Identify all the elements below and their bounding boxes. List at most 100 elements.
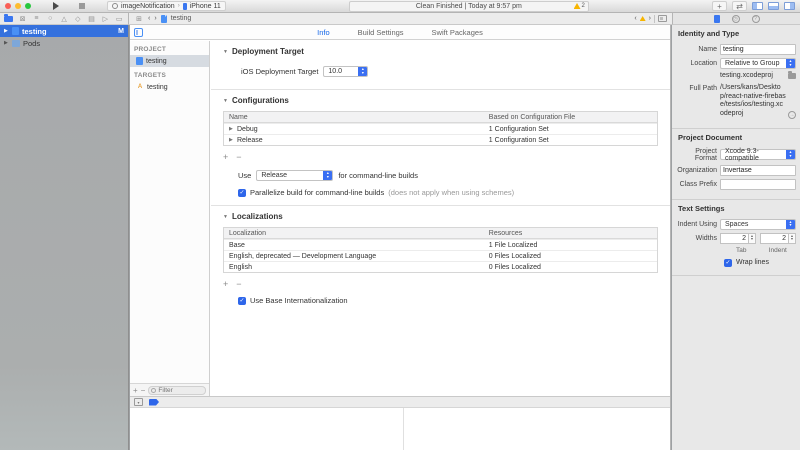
- file-inspector-icon[interactable]: [714, 15, 720, 23]
- minimize-window-button[interactable]: [15, 3, 21, 9]
- quick-help-inspector-icon[interactable]: ?: [752, 15, 760, 23]
- name-field[interactable]: testing: [720, 44, 796, 55]
- add-configuration-button[interactable]: +: [223, 152, 228, 162]
- command-line-config-popup[interactable]: Release ▲▼: [256, 170, 333, 181]
- navigator-item-testing[interactable]: ▶ testing M: [0, 25, 128, 37]
- project-format-popup[interactable]: Xcode 9.3-compatible ▲▼: [720, 149, 796, 160]
- navigator-item-pods[interactable]: ▶ Pods: [0, 37, 128, 49]
- disclosure-down-icon[interactable]: ▼: [223, 214, 228, 220]
- disclosure-down-icon[interactable]: ▼: [223, 98, 228, 104]
- tab-info[interactable]: Info: [317, 28, 330, 37]
- add-localization-button[interactable]: +: [223, 279, 228, 289]
- table-row[interactable]: ▶Release 1 Configuration Set: [224, 134, 657, 145]
- library-add-button[interactable]: +: [712, 1, 727, 11]
- related-items-icon[interactable]: ⊞: [134, 14, 144, 23]
- debug-area-divider[interactable]: [403, 408, 404, 450]
- parallelize-label: Parallelize build for command-line build…: [250, 188, 384, 197]
- table-header-row: Localization Resources: [224, 228, 657, 239]
- localizations-table: Localization Resources Base 1 File Local…: [223, 227, 658, 273]
- toggle-inspector-button[interactable]: [784, 2, 795, 10]
- class-prefix-field[interactable]: [720, 179, 796, 190]
- location-popup[interactable]: Relative to Group ▲▼: [720, 58, 796, 69]
- forward-button[interactable]: ›: [154, 15, 156, 22]
- scheme-device-label: iPhone 11: [190, 3, 221, 10]
- table-row[interactable]: ▶Debug 1 Configuration Set: [224, 123, 657, 134]
- extension-target-icon: [112, 3, 118, 9]
- tab-swift-packages[interactable]: Swift Packages: [432, 28, 483, 37]
- add-editor-button[interactable]: [658, 15, 667, 22]
- table-row[interactable]: Base 1 File Localized: [224, 239, 657, 250]
- history-inspector-icon[interactable]: ◷: [732, 15, 740, 23]
- tab-width-stepper[interactable]: 2 ▲▼: [720, 233, 756, 244]
- tab-build-settings[interactable]: Build Settings: [358, 28, 404, 37]
- warning-count-badge[interactable]: 2: [574, 2, 585, 11]
- test-navigator-icon[interactable]: ◇: [73, 14, 83, 23]
- secondary-bar: ⊠ ≡ ○ △ ◇ ▤ ▷ ▭ ⊞ ‹ › testing ‹ › ◷: [0, 13, 800, 25]
- project-navigator-icon[interactable]: [4, 14, 14, 23]
- breakpoint-navigator-icon[interactable]: ▷: [100, 14, 110, 23]
- remove-target-button[interactable]: −: [141, 386, 146, 395]
- location-label: Location: [676, 60, 720, 67]
- report-navigator-icon[interactable]: ▭: [114, 14, 124, 23]
- organization-field[interactable]: Invertase: [720, 165, 796, 176]
- back-button[interactable]: ‹: [148, 15, 150, 22]
- project-icon: [136, 57, 143, 65]
- find-navigator-icon[interactable]: ○: [45, 14, 55, 23]
- navigator-item-label: Pods: [23, 39, 40, 48]
- project-item-testing[interactable]: testing: [130, 55, 209, 67]
- reveal-in-finder-icon[interactable]: →: [788, 111, 796, 119]
- window-controls[interactable]: [5, 3, 31, 9]
- target-item-testing[interactable]: A testing: [130, 81, 209, 93]
- ios-deployment-target-popup[interactable]: 10.0 ▲▼: [323, 66, 368, 77]
- zoom-window-button[interactable]: [25, 3, 31, 9]
- section-title: Text Settings: [676, 203, 796, 216]
- section-header[interactable]: ▼ Deployment Target: [223, 47, 658, 56]
- stepper-arrows-icon[interactable]: ▲▼: [789, 233, 796, 244]
- disclosure-icon[interactable]: ▶: [4, 40, 9, 46]
- inspector-pane: Identity and Type Name testing Location …: [672, 25, 800, 450]
- filter-input[interactable]: [158, 387, 203, 394]
- toggle-navigator-button[interactable]: [752, 2, 763, 10]
- disclosure-down-icon[interactable]: ▼: [223, 49, 228, 55]
- toggle-debug-area-button[interactable]: [768, 2, 779, 10]
- remove-localization-button[interactable]: −: [236, 279, 241, 289]
- filter-field[interactable]: [148, 386, 206, 395]
- class-prefix-label: Class Prefix: [676, 181, 720, 188]
- jump-bar: ⊞ ‹ › testing ‹ ›: [129, 13, 672, 25]
- choose-location-folder-icon[interactable]: [788, 73, 796, 79]
- wrap-lines-checkbox[interactable]: ✓: [724, 259, 732, 267]
- section-header[interactable]: ▼ Configurations: [223, 96, 658, 105]
- remove-configuration-button[interactable]: −: [236, 152, 241, 162]
- symbol-navigator-icon[interactable]: ≡: [32, 14, 42, 23]
- disclosure-icon[interactable]: ▶: [229, 126, 234, 132]
- indent-width-stepper[interactable]: 2 ▲▼: [760, 233, 796, 244]
- parallelize-checkbox[interactable]: ✓: [238, 189, 246, 197]
- disclosure-icon[interactable]: ▶: [4, 28, 9, 34]
- issue-navigator-icon[interactable]: △: [59, 14, 69, 23]
- breakpoints-toggle-icon[interactable]: [149, 399, 159, 406]
- previous-issue-button[interactable]: ‹: [634, 15, 636, 22]
- editor-tab-bar: Info Build Settings Swift Packages: [130, 25, 670, 40]
- table-row[interactable]: English, deprecated — Development Langua…: [224, 250, 657, 261]
- stop-button[interactable]: [79, 3, 85, 9]
- run-button[interactable]: [53, 2, 59, 10]
- indent-using-popup[interactable]: Spaces ▲▼: [720, 219, 796, 230]
- targets-header: TARGETS: [130, 67, 209, 81]
- debug-navigator-icon[interactable]: ▤: [87, 14, 97, 23]
- jump-bar-file-label[interactable]: testing: [171, 15, 192, 22]
- close-window-button[interactable]: [5, 3, 11, 9]
- editor-split-button[interactable]: ⇄: [732, 1, 747, 11]
- device-icon: [183, 3, 187, 10]
- base-internationalization-checkbox[interactable]: ✓: [238, 297, 246, 305]
- table-row[interactable]: English 0 Files Localized: [224, 261, 657, 272]
- section-header[interactable]: ▼ Localizations: [223, 212, 658, 221]
- toolbar: imageNotification › iPhone 11 Clean Fini…: [0, 0, 800, 13]
- source-control-navigator-icon[interactable]: ⊠: [18, 14, 28, 23]
- stepper-arrows-icon[interactable]: ▲▼: [749, 233, 756, 244]
- scheme-selector[interactable]: imageNotification › iPhone 11: [107, 1, 226, 11]
- activity-viewer[interactable]: Clean Finished | Today at 9:57 pm 2: [349, 1, 589, 12]
- next-issue-button[interactable]: ›: [649, 15, 651, 22]
- add-target-button[interactable]: +: [133, 386, 138, 395]
- debug-area-toggle-icon[interactable]: ▾: [134, 398, 143, 406]
- disclosure-icon[interactable]: ▶: [229, 137, 234, 143]
